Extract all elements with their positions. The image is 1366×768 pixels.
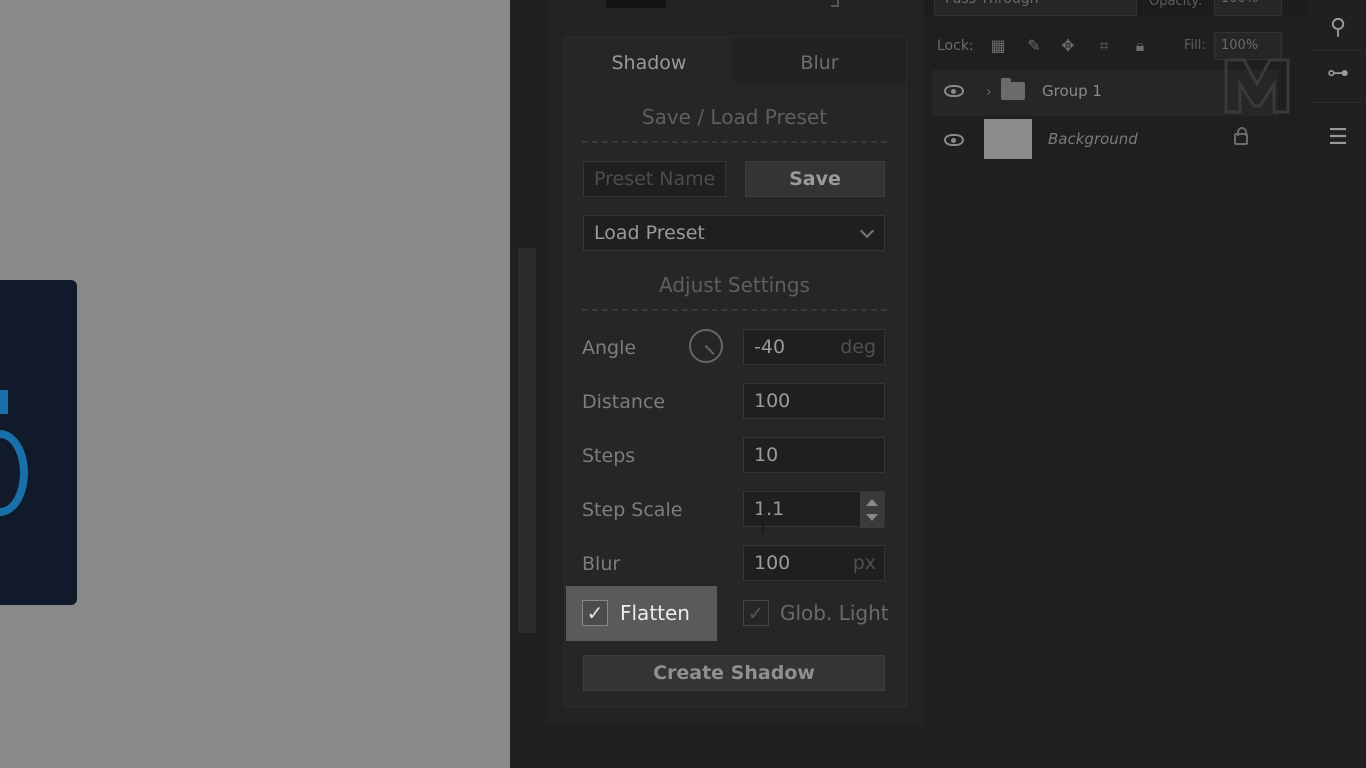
preset-name-placeholder: Preset Name	[594, 168, 716, 190]
angle-value: -40	[754, 336, 786, 358]
distance-input[interactable]: 100	[743, 383, 885, 419]
section-divider	[582, 141, 887, 143]
canvas-scroll-gutter	[510, 0, 546, 768]
steps-input[interactable]: 10	[743, 437, 885, 473]
shadow-plugin-panel: Shadow Blur Save / Load Preset Preset Na…	[546, 0, 924, 768]
adjust-section-title: Adjust Settings	[659, 273, 810, 297]
blend-mode-select[interactable]: Pass Through	[934, 0, 1137, 16]
document-canvas[interactable]	[0, 0, 510, 768]
eye-icon[interactable]	[944, 85, 964, 97]
plugin-footer	[546, 726, 924, 768]
blur-unit: px	[852, 552, 876, 574]
load-preset-label: Load Preset	[594, 222, 705, 244]
lock-move-icon[interactable]: ✥	[1058, 36, 1078, 56]
angle-input[interactable]: -40 deg	[743, 329, 885, 365]
layer-row-background[interactable]: Background	[932, 119, 1278, 165]
layer-name: Background	[1048, 130, 1138, 148]
step-scale-input[interactable]: 1.1	[743, 491, 885, 534]
save-preset-button[interactable]: Save	[745, 161, 885, 197]
steps-label: Steps	[582, 445, 636, 467]
layers-panel: Pass Through Opacity: 100% Lock: ▦ ✎ ✥ ⌗…	[924, 0, 1308, 768]
blur-value: 100	[754, 552, 791, 574]
angle-unit: deg	[840, 336, 876, 358]
right-icon-strip: ⚲ ⊶ ☰	[1308, 0, 1366, 768]
watermark-logo-icon	[1224, 58, 1290, 114]
properties-icon[interactable]: ⚲	[1324, 14, 1352, 42]
divider	[1312, 50, 1362, 51]
step-scale-label: Step Scale	[582, 499, 683, 521]
step-scale-value: 1.1	[754, 498, 785, 520]
step-scale-spinner[interactable]	[860, 492, 884, 528]
layers-top-bar: Pass Through Opacity: 100%	[924, 0, 1308, 16]
flatten-label: Flatten	[620, 601, 690, 625]
lock-paint-icon[interactable]: ✎	[1024, 36, 1044, 56]
layer-thumbnail	[984, 119, 1032, 159]
glob-light-checkbox[interactable]: ✓	[743, 600, 769, 626]
tab-blur[interactable]: Blur	[733, 37, 906, 83]
plugin-header-fragment	[606, 0, 666, 8]
spin-down-icon[interactable]	[866, 514, 878, 521]
preset-section-title: Save / Load Preset	[641, 105, 828, 129]
chevron-right-icon[interactable]: ›	[986, 84, 992, 100]
flatten-option[interactable]: ✓ Flatten	[566, 586, 717, 641]
create-shadow-button[interactable]: Create Shadow	[583, 655, 885, 691]
tab-shadow[interactable]: Shadow	[565, 37, 733, 83]
canvas-artwork-card	[0, 280, 77, 605]
plugin-header-fragment	[831, 0, 839, 7]
glob-light-label: Glob. Light	[780, 601, 889, 625]
artwork-fragment	[0, 430, 28, 516]
folder-icon	[1001, 78, 1025, 100]
settings-sliders-icon[interactable]: ☰	[1324, 124, 1352, 152]
section-divider	[582, 309, 887, 311]
eye-icon[interactable]	[944, 134, 964, 146]
vertical-scrollbar[interactable]	[518, 248, 536, 633]
angle-label: Angle	[582, 337, 637, 359]
blur-input[interactable]: 100 px	[743, 545, 885, 581]
lock-icon	[1234, 127, 1248, 145]
plugin-content: Shadow Blur Save / Load Preset Preset Na…	[564, 36, 907, 708]
lock-label: Lock:	[937, 38, 974, 54]
steps-value: 10	[754, 444, 779, 466]
opacity-input[interactable]: 100%	[1214, 0, 1282, 16]
distance-label: Distance	[582, 391, 666, 413]
opacity-label: Opacity:	[1149, 0, 1203, 9]
lock-transparent-icon[interactable]: ▦	[988, 36, 1008, 56]
layer-name: Group 1	[1042, 82, 1102, 100]
fill-label: Fill:	[1184, 38, 1206, 53]
lock-all-icon[interactable]: 🔒︎	[1130, 36, 1150, 56]
spin-up-icon[interactable]	[866, 499, 878, 506]
load-preset-select[interactable]: Load Preset	[583, 215, 885, 251]
artwork-fragment	[0, 390, 8, 414]
preset-name-input[interactable]: Preset Name	[583, 161, 726, 197]
blur-label: Blur	[582, 553, 621, 575]
divider	[1312, 102, 1362, 103]
chevron-down-icon	[859, 223, 875, 239]
distance-value: 100	[754, 390, 791, 412]
flatten-checkbox[interactable]: ✓	[582, 600, 608, 626]
adjustments-icon[interactable]: ⊶	[1324, 60, 1352, 88]
lock-artboard-icon[interactable]: ⌗	[1094, 36, 1114, 56]
text-cursor-icon	[762, 510, 764, 534]
angle-dial-icon[interactable]	[689, 329, 723, 363]
